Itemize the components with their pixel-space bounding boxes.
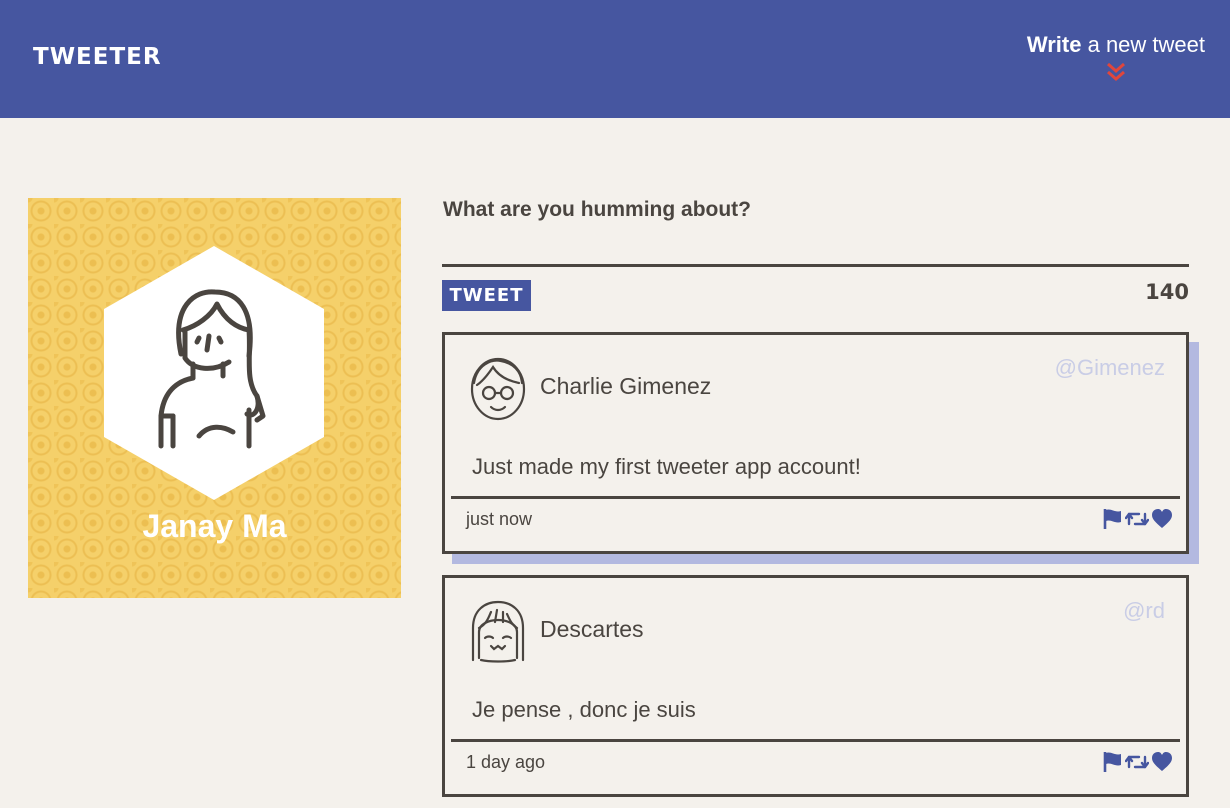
tweet-textarea[interactable] (442, 264, 1189, 267)
flag-icon[interactable] (1103, 751, 1123, 773)
compose-rest-text: a new tweet (1081, 32, 1205, 57)
user-avatar-icon (158, 289, 266, 449)
tweet-submit-button[interactable]: TWEET (442, 280, 531, 311)
tweet-timestamp: 1 day ago (466, 752, 546, 772)
character-counter: 140 (1145, 280, 1189, 304)
top-nav: TWEETER Write a new tweet (0, 0, 1230, 118)
heart-icon[interactable] (1151, 508, 1173, 530)
tweet-actions (1103, 751, 1175, 773)
compose-bold-text: Write (1026, 32, 1082, 57)
tweet-card: Descartes @rd Je pense , donc je suis 1 … (442, 575, 1189, 797)
double-chevron-down-icon[interactable] (1105, 62, 1127, 82)
tweet-divider (451, 496, 1180, 499)
tweet-author-handle[interactable]: @Gimenez (1055, 355, 1165, 381)
tweet-actions (1103, 508, 1175, 530)
tweet-timestamp: just now (466, 509, 533, 529)
profile-name: Janay Ma (142, 508, 287, 544)
tweet-author-name[interactable]: Descartes (540, 616, 644, 643)
tweet-content: Just made my first tweeter app account! (472, 454, 861, 479)
compose-prompt-label: What are you humming about? (443, 198, 751, 221)
retweet-icon[interactable] (1125, 508, 1149, 530)
avatar-charlie-icon (470, 357, 526, 421)
tweet-author-name[interactable]: Charlie Gimenez (540, 373, 711, 400)
avatar-descartes-icon (471, 600, 525, 663)
tweet-content: Je pense , donc je suis (472, 697, 696, 722)
profile-card: Janay Ma (28, 198, 401, 598)
write-tweet-toggle[interactable]: Write a new tweet (985, 32, 1205, 58)
tweet-card: Charlie Gimenez @Gimenez Just made my fi… (442, 332, 1189, 554)
tweet-divider (451, 739, 1180, 742)
flag-icon[interactable] (1103, 508, 1123, 530)
heart-icon[interactable] (1151, 751, 1173, 773)
tweet-author-handle[interactable]: @rd (1123, 598, 1165, 624)
retweet-icon[interactable] (1125, 751, 1149, 773)
brand-logo[interactable]: TWEETER (33, 44, 162, 70)
